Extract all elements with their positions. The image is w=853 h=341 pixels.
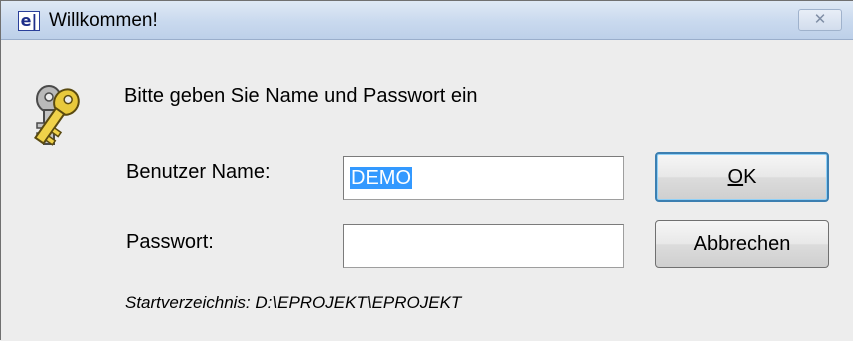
login-dialog: e| Willkommen! ✕ Bitte geben Sie Name un… bbox=[0, 0, 853, 341]
username-label: Benutzer Name: bbox=[126, 161, 271, 183]
dialog-body: Bitte geben Sie Name und Passwort ein Be… bbox=[1, 40, 853, 341]
close-icon: ✕ bbox=[813, 11, 827, 28]
start-directory: Startverzeichnis: D:\EPROJEKT\EPROJEKT bbox=[125, 293, 462, 312]
login-prompt: Bitte geben Sie Name und Passwort ein bbox=[124, 85, 478, 107]
password-field[interactable] bbox=[343, 224, 624, 268]
ok-button[interactable]: OK bbox=[655, 152, 829, 202]
username-value: DEMO bbox=[350, 167, 412, 189]
title-bar[interactable]: e| Willkommen! ✕ bbox=[1, 1, 853, 40]
window-title: Willkommen! bbox=[49, 10, 158, 31]
password-label: Passwort: bbox=[126, 231, 214, 253]
close-button[interactable]: ✕ bbox=[798, 9, 842, 31]
app-icon: e| bbox=[18, 11, 40, 31]
ok-mnemonic: O bbox=[727, 166, 744, 188]
cancel-button[interactable]: Abbrechen bbox=[655, 220, 829, 268]
keys-icon bbox=[33, 85, 80, 146]
username-field[interactable]: DEMO bbox=[343, 156, 624, 200]
ok-label: K bbox=[743, 166, 757, 188]
